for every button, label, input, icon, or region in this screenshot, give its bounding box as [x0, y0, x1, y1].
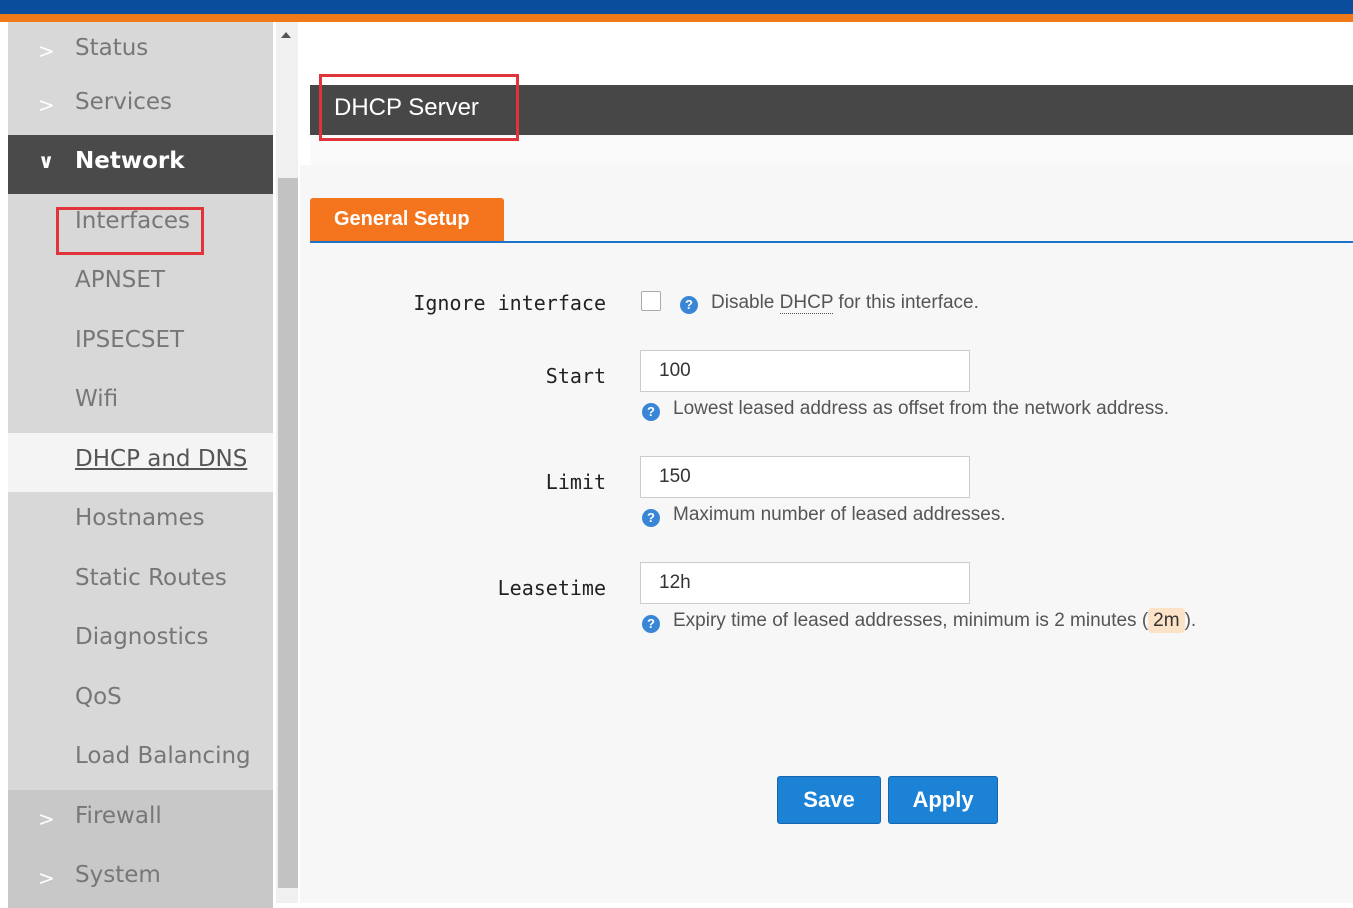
sidebar-item-firewall[interactable]: > Firewall — [8, 790, 273, 849]
sidebar-item-system[interactable]: > System — [8, 849, 273, 908]
start-label: Start — [545, 364, 606, 388]
sidebar-item-label: Hostnames — [75, 505, 205, 531]
scroll-up-arrow-icon[interactable] — [281, 32, 291, 38]
sidebar-item-label: DHCP and DNS — [75, 446, 248, 472]
leasetime-label: Leasetime — [497, 576, 606, 600]
leasetime-help: Expiry time of leased addresses, minimum… — [673, 608, 1197, 633]
sidebar-item-qos[interactable]: QoS — [8, 671, 273, 730]
save-button[interactable]: Save — [777, 776, 881, 824]
start-input[interactable]: 100 — [640, 350, 970, 392]
tab-divider — [310, 241, 1353, 243]
highlight-box-interfaces — [56, 207, 204, 255]
help-text-prefix: Disable — [711, 292, 780, 313]
sidebar-item-label: System — [75, 862, 161, 888]
chevron-down-icon: ∨ — [38, 149, 55, 173]
chevron-right-icon: > — [38, 807, 55, 831]
apply-button[interactable]: Apply — [888, 776, 998, 824]
sidebar-item-hostnames[interactable]: Hostnames — [8, 492, 273, 551]
leasetime-input[interactable]: 12h — [640, 562, 970, 604]
sidebar-item-label: APNSET — [75, 267, 165, 293]
help-icon: ? — [642, 615, 660, 633]
highlight-box-title — [319, 74, 519, 141]
ignore-interface-label: Ignore interface — [413, 291, 606, 315]
top-brand-bar — [0, 0, 1353, 14]
limit-input[interactable]: 150 — [640, 456, 970, 498]
sidebar-nav: > Status > Services ∨ Network Interfaces… — [8, 22, 273, 908]
sidebar-item-load-balancing[interactable]: Load Balancing — [8, 730, 273, 789]
sidebar-item-apnset[interactable]: APNSET — [8, 254, 273, 313]
sidebar-item-label: Network — [75, 148, 185, 174]
sidebar-item-diagnostics[interactable]: Diagnostics — [8, 611, 273, 670]
top-accent-bar — [0, 14, 1353, 22]
leasetime-code-badge: 2m — [1148, 608, 1185, 633]
chevron-right-icon: > — [38, 39, 55, 63]
sidebar-item-label: Load Balancing — [75, 743, 251, 769]
ignore-interface-help: Disable DHCP for this interface. — [711, 292, 979, 314]
help-text-prefix: Expiry time of leased addresses, minimum… — [673, 610, 1149, 631]
sidebar-item-label: IPSECSET — [75, 327, 185, 353]
sidebar-item-label: Firewall — [75, 803, 162, 829]
chevron-right-icon: > — [38, 866, 55, 890]
chevron-right-icon: > — [38, 93, 55, 117]
limit-help: Maximum number of leased addresses. — [673, 504, 1006, 525]
help-icon: ? — [642, 403, 660, 421]
sidebar-item-wifi[interactable]: Wifi — [8, 373, 273, 432]
ignore-interface-checkbox[interactable] — [641, 291, 661, 311]
sidebar-item-label: QoS — [75, 684, 122, 710]
dhcp-abbr: DHCP — [779, 292, 834, 314]
sidebar-item-dhcp-and-dns[interactable]: DHCP and DNS — [8, 433, 273, 492]
sidebar-item-static-routes[interactable]: Static Routes — [8, 552, 273, 611]
sidebar-item-status[interactable]: > Status — [8, 22, 273, 81]
tab-general-setup[interactable]: General Setup — [310, 198, 504, 242]
sidebar-item-ipsecset[interactable]: IPSECSET — [8, 314, 273, 373]
sidebar-item-services[interactable]: > Services — [8, 76, 273, 135]
limit-label: Limit — [545, 470, 606, 494]
help-icon: ? — [680, 296, 698, 314]
help-text-suffix: for this interface. — [833, 292, 979, 313]
start-help: Lowest leased address as offset from the… — [673, 398, 1170, 419]
sidebar-item-label: Status — [75, 35, 149, 61]
sidebar-item-label: Static Routes — [75, 565, 227, 591]
tab-label: General Setup — [334, 208, 470, 230]
sidebar-item-network[interactable]: ∨ Network — [8, 135, 273, 194]
scrollbar-thumb[interactable] — [278, 178, 298, 888]
sidebar-item-label: Services — [75, 89, 172, 115]
help-icon: ? — [642, 509, 660, 527]
help-text-suffix: ). — [1184, 610, 1197, 631]
sidebar-item-label: Diagnostics — [75, 624, 209, 650]
sidebar-item-label: Wifi — [75, 386, 119, 412]
